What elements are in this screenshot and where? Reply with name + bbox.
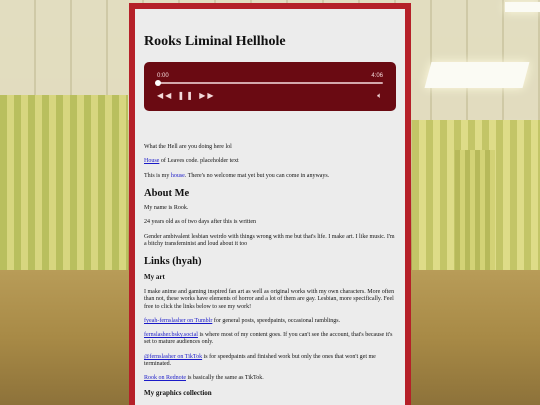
- rednote-link[interactable]: Rook on Rednote: [144, 375, 186, 381]
- about-name: My name is Rook.: [144, 205, 189, 212]
- content-panel[interactable]: Rooks Liminal Hellhole 0:00 4:06 ◀◀ ❚❚ ▶…: [135, 9, 405, 405]
- bsky-line: fernslasher.bsky.social is where most of…: [144, 332, 393, 346]
- seek-handle[interactable]: [155, 80, 161, 86]
- about-heading: About Me: [144, 187, 190, 199]
- intro-line: What the Hell are you doing here lol: [144, 144, 232, 150]
- ceiling-light: [505, 2, 540, 12]
- audio-player[interactable]: 0:00 4:06 ◀◀ ❚❚ ▶▶ 🔈︎: [144, 62, 396, 111]
- content-frame: Rooks Liminal Hellhole 0:00 4:06 ◀◀ ❚❚ ▶…: [129, 3, 411, 405]
- duration-time: 4:06: [371, 73, 383, 79]
- art-description: I make anime and gaming inspired fan art…: [144, 288, 395, 310]
- house-link[interactable]: house: [171, 173, 185, 179]
- tumblr-line: fyeah-fernslasher on Tumblr for general …: [144, 317, 341, 324]
- wallpaper-pillar: [455, 150, 495, 275]
- fast-forward-icon[interactable]: ▶▶: [199, 91, 215, 100]
- pause-icon[interactable]: ❚❚: [178, 91, 195, 100]
- current-time: 0:00: [157, 73, 169, 79]
- ceiling-light: [424, 62, 530, 88]
- player-controls: ◀◀ ❚❚ ▶▶: [157, 91, 216, 100]
- bsky-link[interactable]: fernslasher.bsky.social: [144, 332, 198, 338]
- seek-bar[interactable]: [155, 80, 383, 86]
- page-body: What the Hell are you doing here lol Hou…: [144, 144, 396, 397]
- links-heading: Links (hyah): [144, 256, 202, 268]
- rednote-line: Rook on Rednote is basically the same as…: [144, 375, 264, 382]
- about-bio: Gender ambivalent lesbian weirdo with th…: [144, 233, 395, 248]
- rewind-icon[interactable]: ◀◀: [157, 91, 173, 100]
- about-age: 24 years old as of two days after this i…: [144, 219, 256, 226]
- graphics-heading: My graphics collection: [144, 388, 212, 397]
- art-heading: My art: [144, 272, 165, 281]
- wallpaper-wall-left: [0, 95, 128, 285]
- house-of-leaves-link[interactable]: House: [144, 158, 159, 164]
- page-title: Rooks Liminal Hellhole: [144, 34, 286, 49]
- tiktok-link[interactable]: @fernslasher on TikTok: [144, 354, 202, 360]
- intro-welcome-line: This is my house. There's no welcome mat…: [144, 172, 330, 179]
- tumblr-link[interactable]: fyeah-fernslasher on Tumblr: [144, 318, 212, 324]
- intro-house-line: House of Leaves code. placeholder text: [144, 158, 239, 165]
- tiktok-line: @fernslasher on TikTok is for speedpaint…: [144, 353, 376, 368]
- volume-icon[interactable]: 🔈︎: [377, 91, 382, 101]
